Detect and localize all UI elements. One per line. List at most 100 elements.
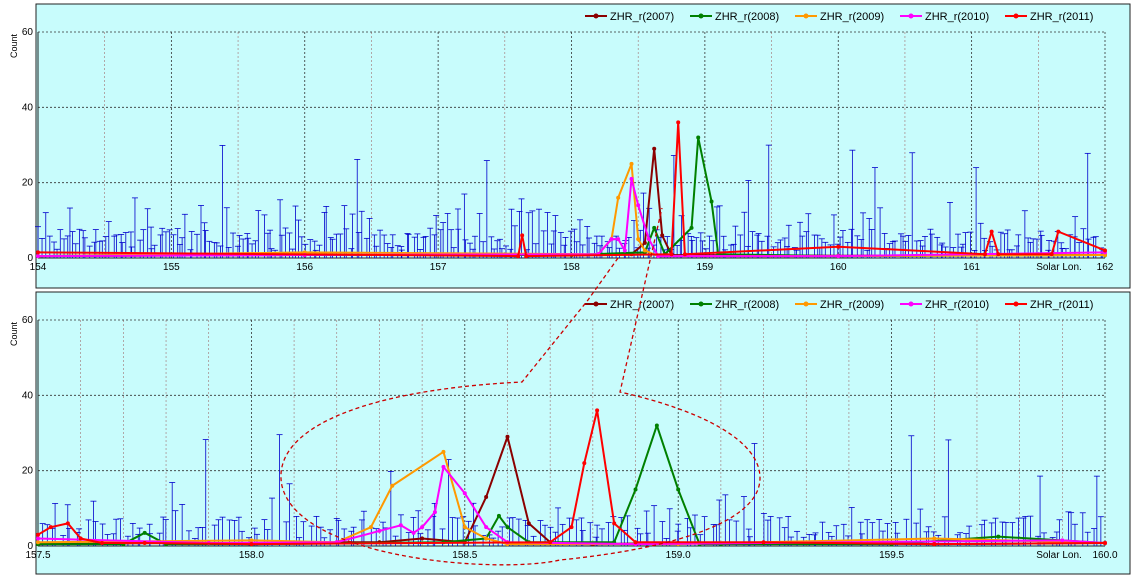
top-series-point-1 [709, 199, 714, 204]
bottom-series-point-4 [142, 540, 147, 545]
bottom-series-point-4 [78, 536, 83, 541]
top-x-tick-label: 158 [563, 262, 580, 273]
bottom-series-point-4 [761, 540, 766, 545]
bottom-series-point-2 [36, 540, 40, 545]
bottom-series-point-4 [65, 521, 70, 526]
top-series-point-4 [682, 252, 687, 257]
bottom-legend-swatch-marker [593, 301, 599, 307]
bottom-series-point-0 [420, 536, 425, 541]
bottom-legend-swatch-marker [1013, 301, 1019, 307]
bottom-series-point-4 [48, 525, 53, 530]
top-y-tick-label: 0 [27, 253, 33, 264]
bottom-series-point-2 [441, 449, 446, 454]
bottom-legend-swatch-marker [908, 301, 914, 307]
bottom-series-point-0 [505, 434, 510, 439]
bottom-series-point-3 [398, 523, 403, 528]
bottom-chart-panel: 157.5 158.0 158.5 159.0 159.5 160.00204060 ZH… [9, 291, 1131, 575]
top-legend-swatch-marker [1013, 13, 1019, 19]
bottom-series-point-3 [411, 530, 416, 535]
bottom-series-point-3 [484, 525, 489, 530]
bottom-series-point-4 [582, 461, 587, 466]
bottom-series-point-3 [420, 525, 425, 530]
top-chart-panel: 154 155 156 157 158 159 160 161 1620204060 ZHR_r… [9, 3, 1131, 289]
top-legend-swatch-marker [593, 13, 599, 19]
bottom-legend-swatch-marker [698, 301, 704, 307]
bottom-series-point-1 [496, 513, 501, 518]
top-y-tick-label: 40 [22, 102, 34, 113]
bottom-chart-y-axis-label: Count [9, 322, 19, 347]
top-legend-label: ZHR_r(2010) [925, 11, 989, 23]
top-series-point-2 [616, 195, 621, 200]
top-legend-swatch-marker [698, 13, 704, 19]
top-series-point-4 [1056, 229, 1061, 234]
top-x-tick-label: 156 [296, 262, 313, 273]
bottom-chart-x-axis-label: Solar Lon. [1036, 550, 1082, 561]
bottom-series-point-0 [484, 495, 489, 500]
top-legend-label: ZHR_r(2011) [1030, 11, 1093, 23]
top-x-tick-label: 157 [430, 262, 447, 273]
top-legend-label: ZHR_r(2007) [610, 11, 674, 23]
bottom-series-point-3 [441, 464, 446, 469]
bottom-series-point-1 [505, 525, 510, 530]
bottom-y-tick-label: 60 [22, 315, 34, 326]
top-series-point-4 [669, 252, 674, 257]
top-series-point-4 [1049, 252, 1054, 257]
bottom-legend-label: ZHR_r(2007) [610, 299, 674, 311]
bottom-series-point-2 [368, 525, 373, 530]
bottom-y-tick-label: 20 [22, 466, 34, 477]
bottom-legend-label: ZHR_r(2010) [925, 299, 989, 311]
bottom-legend-label: ZHR_r(2011) [1030, 299, 1093, 311]
bottom-legend-swatch-marker [803, 301, 809, 307]
bottom-series-point-2 [462, 525, 467, 530]
bottom-series-point-3 [432, 510, 437, 515]
bottom-series-point-2 [390, 483, 395, 488]
bottom-x-tick-label: 160.0 [1092, 550, 1117, 561]
top-series-point-0 [652, 146, 657, 151]
top-series-point-3 [646, 237, 651, 242]
top-series-point-3 [636, 203, 641, 208]
bottom-y-tick-label: 0 [27, 541, 33, 552]
bottom-y-tick-label: 40 [22, 390, 34, 401]
bottom-series-point-4 [569, 525, 574, 530]
top-series-point-4 [520, 233, 525, 238]
bottom-series-point-1 [633, 487, 638, 492]
top-y-tick-label: 60 [22, 27, 34, 38]
top-series-point-0 [642, 240, 647, 245]
top-legend-label: ZHR_r(2008) [715, 11, 779, 23]
top-series-point-3 [616, 237, 621, 242]
top-x-tick-label: 160 [830, 262, 847, 273]
top-series-point-3 [622, 248, 627, 253]
top-series-point-1 [652, 225, 657, 230]
top-x-tick-label: 159 [697, 262, 714, 273]
bottom-series-point-4 [36, 532, 40, 537]
top-series-point-3 [836, 254, 841, 259]
bottom-x-tick-label: 158.0 [239, 550, 264, 561]
top-series-point-3 [629, 176, 634, 181]
bottom-series-point-4 [633, 540, 638, 545]
top-series-point-4 [516, 254, 521, 259]
top-chart-x-axis-label: Solar Lon. [1036, 262, 1082, 273]
top-x-tick-label: 155 [163, 262, 180, 273]
bottom-series-point-4 [100, 540, 105, 545]
bottom-legend-label: ZHR_r(2009) [820, 299, 884, 311]
top-series-point-4 [676, 120, 681, 125]
top-series-point-4 [982, 252, 987, 257]
top-series-point-0 [660, 233, 665, 238]
top-series-point-4 [1103, 248, 1107, 253]
top-series-point-4 [36, 250, 40, 255]
bottom-series-point-1 [654, 423, 659, 428]
bottom-series-point-2 [484, 536, 489, 541]
bottom-series-point-3 [1060, 538, 1065, 543]
bottom-series-point-4 [1103, 540, 1107, 545]
top-x-tick-label: 162 [1097, 262, 1114, 273]
bottom-series-point-4 [548, 540, 553, 545]
top-x-tick-label: 161 [963, 262, 980, 273]
bottom-series-point-1 [676, 487, 681, 492]
top-chart-y-axis-label: Count [9, 34, 19, 59]
top-series-point-3 [609, 237, 614, 242]
bottom-x-tick-label: 159.0 [666, 550, 691, 561]
bottom-x-tick-label: 158.5 [452, 550, 477, 561]
top-y-tick-label: 20 [22, 178, 34, 189]
bottom-series-point-3 [377, 528, 382, 533]
meteor-count-figure: 154 155 156 157 158 159 160 161 1620204060 ZHR_r… [0, 0, 1134, 578]
